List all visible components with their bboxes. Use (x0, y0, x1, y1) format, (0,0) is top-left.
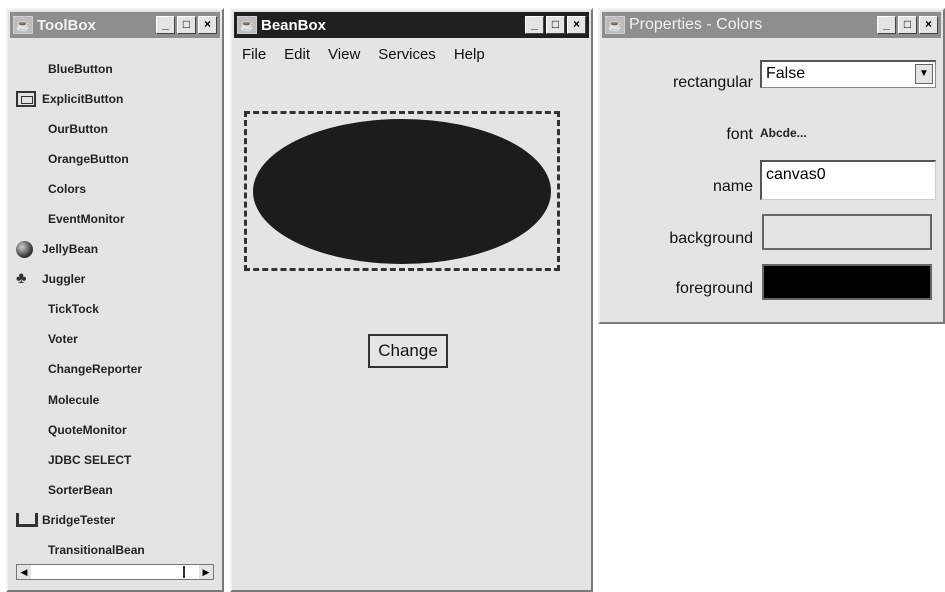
toolbox-item[interactable]: OurButton (16, 114, 216, 144)
jelly-bean-icon (16, 240, 42, 258)
name-field[interactable]: canvas0 (760, 160, 936, 200)
toolbox-item-label: JDBC SELECT (48, 452, 132, 467)
maximize-button[interactable]: □ (546, 16, 565, 34)
toolbox-item[interactable]: ChangeReporter (16, 354, 216, 384)
scroll-right-icon[interactable]: ▶ (199, 565, 213, 579)
menu-file[interactable]: File (242, 46, 266, 63)
toolbox-item[interactable]: QuoteMonitor (16, 415, 216, 445)
beanbox-title: BeanBox (261, 16, 327, 34)
toolbox-item[interactable]: ExplicitButton (16, 84, 216, 114)
toolbox-item-label: Colors (48, 182, 87, 197)
toolbox-item-label: BlueButton (48, 62, 113, 77)
explicit-button-icon-glyph (16, 91, 36, 108)
toolbox-title: ToolBox (37, 16, 96, 34)
beanbox-menubar: File Edit View Services Help (242, 46, 503, 63)
menu-edit[interactable]: Edit (284, 46, 310, 63)
foreground-color-swatch[interactable] (762, 264, 932, 300)
dropdown-arrow-icon[interactable]: ▼ (915, 64, 933, 84)
maximize-button[interactable]: □ (898, 16, 917, 34)
toolbox-item[interactable]: OrangeButton (16, 144, 216, 174)
toolbox-item-label: SorterBean (48, 482, 113, 497)
menu-services[interactable]: Services (378, 46, 436, 63)
toolbox-item[interactable]: JellyBean (16, 234, 216, 264)
property-label-rectangular: rectangular (672, 74, 753, 91)
toolbox-horizontal-scrollbar[interactable]: ◀ ▶ (16, 564, 214, 580)
toolbox-item[interactable]: TransitionalBean (16, 535, 216, 565)
property-label-foreground: foreground (675, 280, 753, 297)
java-cup-icon[interactable]: ☕ (605, 16, 625, 34)
minimize-button[interactable]: _ (156, 16, 175, 34)
toolbox-item[interactable]: Molecule (16, 385, 216, 415)
menu-view[interactable]: View (328, 46, 360, 63)
selected-colors-bean[interactable] (244, 111, 560, 271)
toolbox-item[interactable]: Voter (16, 324, 216, 354)
properties-title: Properties - Colors (629, 16, 763, 33)
properties-titlebar[interactable]: ☕ Properties - Colors _ □ × (602, 12, 941, 38)
toolbox-item[interactable]: JDBC SELECT (16, 445, 216, 475)
juggler-icon-glyph: ♣ (16, 270, 27, 288)
close-button[interactable]: × (567, 16, 586, 34)
explicit-button-icon (16, 91, 42, 108)
toolbox-item-label: ChangeReporter (48, 362, 143, 377)
java-cup-icon[interactable]: ☕ (13, 16, 33, 34)
property-label-background: background (669, 230, 753, 247)
toolbox-item-label: TransitionalBean (48, 542, 145, 557)
close-button[interactable]: × (919, 16, 938, 34)
toolbox-item[interactable]: Colors (16, 174, 216, 204)
toolbox-bean-list: BlueButton ExplicitButton OurButton OrangeB… (16, 54, 216, 565)
toolbox-item-label: Molecule (48, 392, 100, 407)
background-color-swatch[interactable] (762, 214, 932, 250)
minimize-button[interactable]: _ (525, 16, 544, 34)
maximize-button[interactable]: □ (177, 16, 196, 34)
toolbox-item-label: JellyBean (42, 242, 99, 257)
bridge-icon (16, 512, 42, 527)
scroll-thumb[interactable] (33, 566, 185, 578)
property-label-name: name (712, 178, 753, 195)
rectangular-select[interactable]: False ▼ (760, 60, 936, 88)
close-button[interactable]: × (198, 16, 217, 34)
toolbox-item[interactable]: EventMonitor (16, 204, 216, 234)
minimize-button[interactable]: _ (877, 16, 896, 34)
beanbox-titlebar[interactable]: ☕ BeanBox _ □ × (234, 12, 589, 38)
toolbox-item-label: OurButton (48, 122, 108, 137)
property-label-font: font (726, 126, 753, 143)
toolbox-item[interactable]: BlueButton (16, 54, 216, 84)
java-cup-icon[interactable]: ☕ (237, 16, 257, 34)
font-value[interactable]: Abcde... (760, 126, 807, 140)
toolbox-item-label: BridgeTester (42, 512, 116, 527)
change-button[interactable]: Change (368, 334, 448, 368)
rectangular-select-value: False (766, 65, 806, 82)
toolbox-item[interactable]: BridgeTester (16, 505, 216, 535)
menu-help[interactable]: Help (454, 46, 485, 63)
toolbox-item-label: EventMonitor (48, 212, 125, 227)
juggler-icon: ♣ (16, 271, 42, 287)
toolbox-item[interactable]: SorterBean (16, 475, 216, 505)
properties-window: ☕ Properties - Colors _ □ × rectangular … (598, 8, 945, 324)
toolbox-item-label: Voter (48, 332, 78, 347)
toolbox-item-label: OrangeButton (48, 152, 129, 167)
bridge-icon-glyph (16, 512, 38, 527)
scroll-left-icon[interactable]: ◀ (17, 565, 31, 579)
toolbox-item-label: TickTock (48, 302, 99, 317)
colors-bean-ellipse[interactable] (253, 119, 551, 264)
toolbox-item-label: ExplicitButton (42, 92, 124, 107)
toolbox-item-label: QuoteMonitor (48, 422, 127, 437)
toolbox-window: ☕ ToolBox _ □ × BlueButton ExplicitButton… (6, 8, 224, 592)
beanbox-window: ☕ BeanBox _ □ × File Edit View Services … (230, 8, 593, 592)
toolbox-item[interactable]: ♣ Juggler (16, 264, 216, 294)
toolbox-titlebar[interactable]: ☕ ToolBox _ □ × (10, 12, 220, 38)
jelly-bean-icon-glyph (16, 240, 33, 258)
toolbox-item[interactable]: TickTock (16, 294, 216, 324)
toolbox-item-label: Juggler (42, 272, 86, 287)
